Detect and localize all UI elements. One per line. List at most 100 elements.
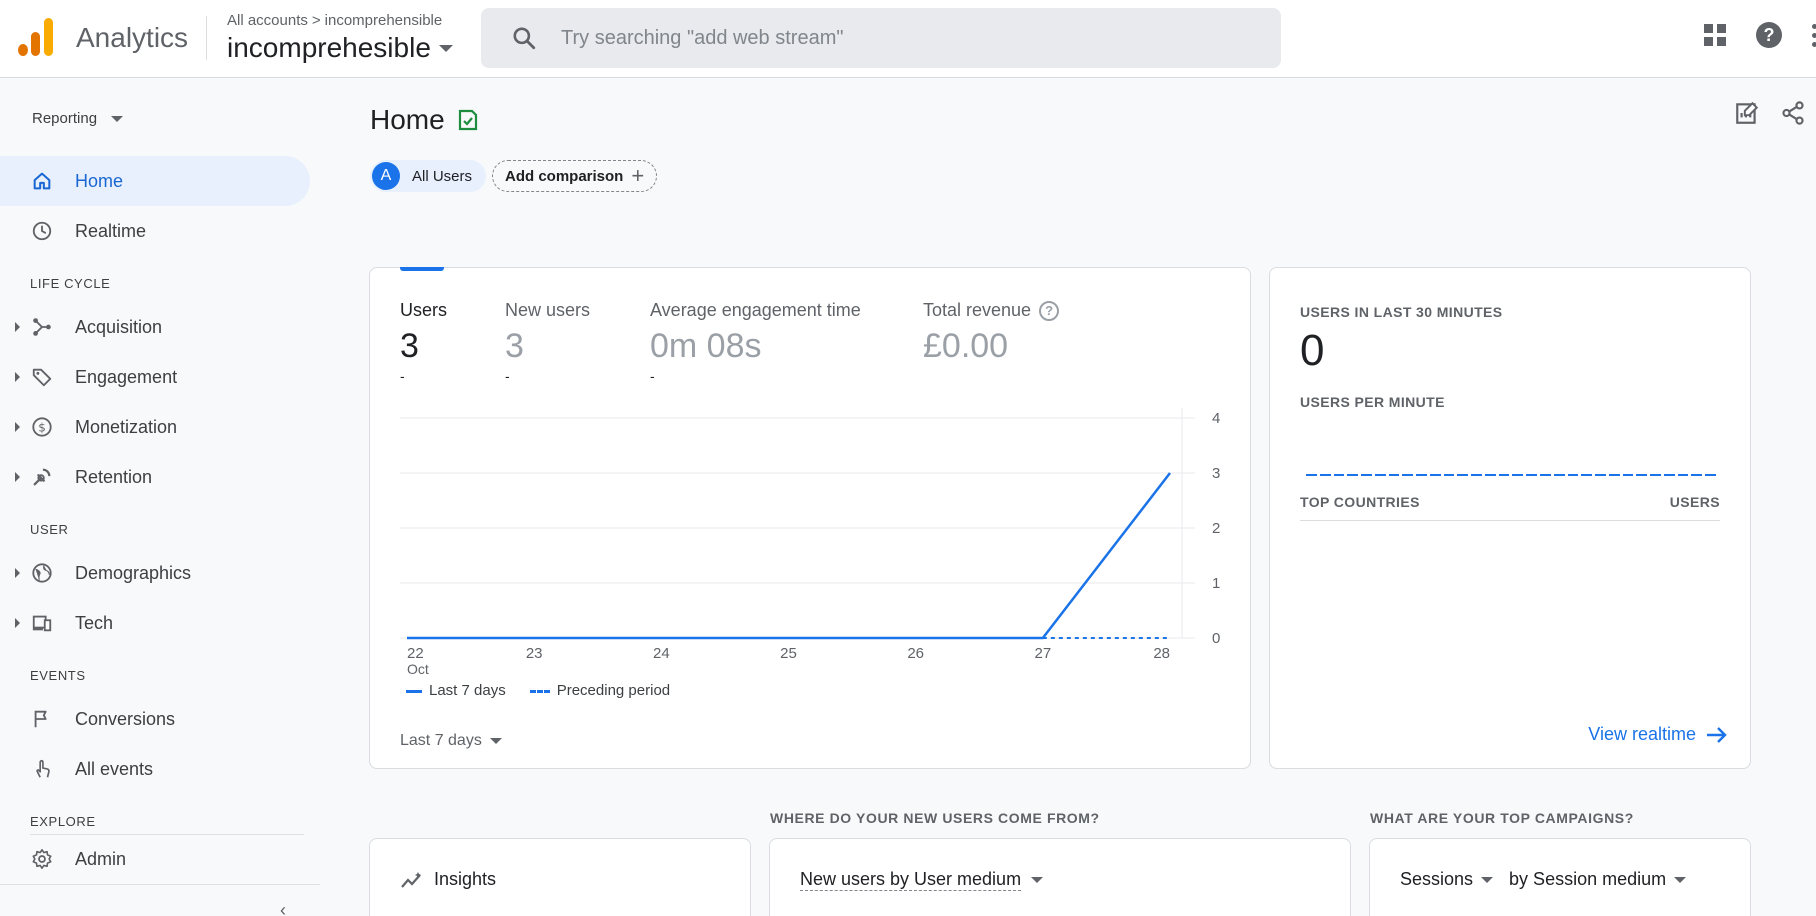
tag-icon [30,365,54,389]
users-per-minute-label: USERS PER MINUTE [1300,394,1445,410]
minute-bar[interactable] [1636,474,1648,476]
minute-bar[interactable] [1498,474,1510,476]
home-icon [30,169,54,193]
reporting-dropdown[interactable]: Reporting [32,110,124,127]
minute-bar[interactable] [1663,474,1675,476]
collapse-sidebar-icon[interactable]: ‹ [280,900,286,916]
minute-bar[interactable] [1691,474,1703,476]
sidebar-item-conversions[interactable]: Conversions [0,694,310,744]
expand-arrow-icon[interactable] [15,372,20,382]
property-name: incomprehesible [227,32,431,63]
minute-bar[interactable] [1361,474,1372,476]
sidebar-item-admin[interactable]: Admin [0,834,310,884]
metric-label-row: Total revenue? [923,300,1060,321]
expand-arrow-icon[interactable] [15,422,20,432]
session-medium-selector[interactable]: by Session medium [1509,869,1687,890]
x-tick-label: 24 [653,645,670,662]
y-tick-label: 1 [1212,575,1220,592]
sidebar-item-demographics[interactable]: Demographics [0,548,310,598]
metric-tab-users[interactable]: Users 3 - [400,300,447,384]
minute-bar[interactable] [1333,474,1345,476]
minute-bar[interactable] [1540,474,1551,476]
search-input[interactable] [561,26,1161,50]
new-users-title: New users by User medium [800,869,1022,891]
top-campaigns-heading: WHAT ARE YOUR TOP CAMPAIGNS? [1370,810,1634,826]
expand-arrow-icon[interactable] [15,568,20,578]
series-line-current[interactable] [407,472,1171,640]
metric-tab-new-users[interactable]: New users 3 - [505,300,590,384]
minute-bar[interactable] [1581,474,1593,476]
sidebar-item-realtime[interactable]: Realtime [0,206,310,256]
sidebar-item-tech[interactable]: Tech [0,598,310,648]
verified-check-icon[interactable] [457,108,479,132]
customize-report-icon[interactable] [1734,100,1760,126]
add-comparison-button[interactable]: Add comparison + [492,160,658,192]
expand-arrow-icon[interactable] [15,618,20,628]
help-icon[interactable]: ? [1756,22,1782,48]
minute-bar[interactable] [1622,474,1634,476]
minute-bar[interactable] [1595,474,1606,476]
new-users-dimension-selector[interactable]: New users by User medium [800,869,1044,891]
more-vert-icon[interactable] [1812,23,1816,47]
analytics-logo-icon[interactable] [18,18,54,56]
search-bar[interactable] [481,8,1281,68]
breadcrumb-account[interactable]: incomprehensible [325,12,443,29]
legend-item-current: Last 7 days [406,682,506,699]
apps-grid-icon[interactable] [1704,24,1726,46]
date-range-dropdown[interactable]: Last 7 days [400,732,502,750]
flag-icon [30,707,54,731]
minute-bar[interactable] [1553,474,1565,476]
minute-bar[interactable] [1388,474,1400,476]
expand-arrow-icon[interactable] [15,322,20,332]
metric-tab-engagement-time[interactable]: Average engagement time 0m 08s - [650,300,861,384]
sidebar-item-retention[interactable]: Retention [0,452,310,502]
sidebar-item-label: Home [75,170,124,191]
sidebar-item-engagement[interactable]: Engagement [0,352,310,402]
property-selector[interactable]: incomprehesible [227,32,453,64]
sidebar-item-home[interactable]: Home [0,156,310,206]
minute-bar[interactable] [1416,474,1427,476]
breadcrumb[interactable]: All accounts > incomprehensible [227,12,442,29]
minute-bar[interactable] [1650,474,1661,476]
sidebar-item-all-events[interactable]: All events [0,744,310,794]
page-title-text: Home [370,104,445,135]
chevron-down-icon [111,115,124,122]
minute-bar[interactable] [1347,474,1359,476]
metric-delta: - [400,368,405,384]
minute-bar[interactable] [1374,474,1386,476]
date-range-label: Last 7 days [400,732,482,749]
minute-bar[interactable] [1608,474,1620,476]
minute-bar[interactable] [1484,474,1496,476]
top-countries-header: TOP COUNTRIES USERS [1300,494,1720,521]
minute-bar[interactable] [1512,474,1524,476]
view-realtime-link[interactable]: View realtime [1588,724,1728,745]
sidebar-item-monetization[interactable]: $ Monetization [0,402,310,452]
metric-delta: - [505,368,510,384]
all-users-chip[interactable]: A All Users [370,160,487,192]
breadcrumb-all-accounts[interactable]: All accounts [227,12,308,29]
sidebar-item-label: Demographics [75,562,192,583]
minute-bar[interactable] [1443,474,1455,476]
minute-bar[interactable] [1705,474,1716,476]
sidebar-item-acquisition[interactable]: Acquisition [0,302,310,352]
minute-bar[interactable] [1429,474,1441,476]
expand-arrow-icon[interactable] [15,472,20,482]
minute-bar[interactable] [1306,474,1317,476]
sidebar-divider [0,884,320,885]
dollar-icon: $ [30,415,54,439]
help-circle-icon[interactable]: ? [1039,300,1060,321]
chart-legend: Last 7 days Preceding period [406,682,670,699]
minute-bar[interactable] [1457,474,1469,476]
metric-tab-total-revenue[interactable]: Total revenue? £0.00 [923,300,1060,366]
users-column-label: USERS [1669,494,1720,510]
minute-bar[interactable] [1567,474,1579,476]
minute-bar[interactable] [1471,474,1482,476]
minute-bar[interactable] [1402,474,1414,476]
share-icon[interactable] [1780,100,1806,126]
chip-label: All Users [412,167,473,185]
minute-bar[interactable] [1526,474,1538,476]
minute-bar[interactable] [1319,474,1331,476]
retention-icon [30,465,54,489]
minute-bar[interactable] [1677,474,1689,476]
sessions-metric-selector[interactable]: Sessions [1400,869,1494,890]
